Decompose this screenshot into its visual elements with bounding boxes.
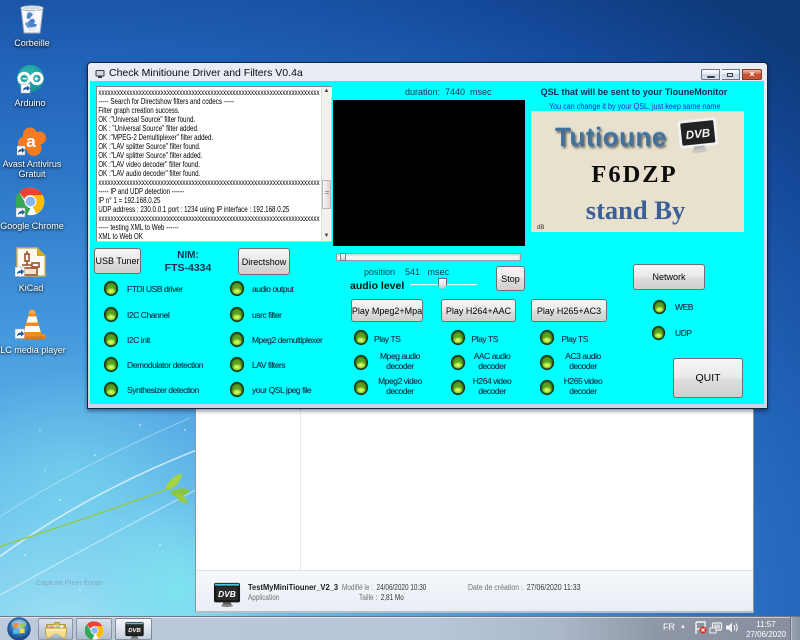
svg-text:Capture Plein écran: Capture Plein écran xyxy=(36,578,102,587)
svg-text:DVB: DVB xyxy=(218,589,236,599)
svg-text:a: a xyxy=(26,132,36,151)
svg-text:DVB: DVB xyxy=(685,127,711,142)
svg-text:DVB: DVB xyxy=(128,628,141,634)
